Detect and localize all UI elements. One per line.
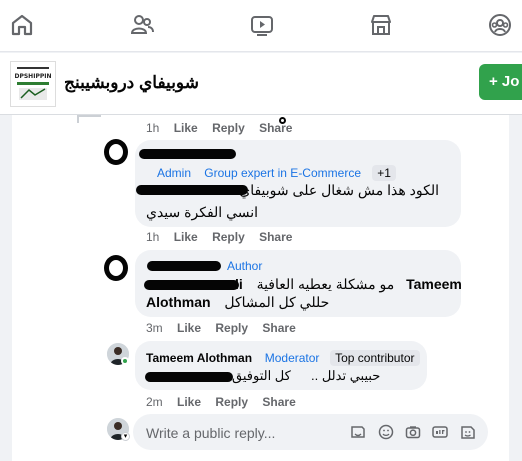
reply-composer[interactable]: Write a public reply... bbox=[133, 414, 488, 450]
cursor-marker-icon bbox=[279, 117, 286, 124]
redacted-name bbox=[147, 261, 221, 271]
expert-badge[interactable]: Group expert in E-Commerce bbox=[204, 166, 361, 180]
comment-bubble: Author li مو مشكلة يعطيه العافية Tameem … bbox=[135, 250, 462, 317]
comment-badges: Admin Group expert in E-Commerce +1 bbox=[157, 165, 396, 181]
mention-fragment: li bbox=[235, 276, 243, 292]
avatar-sticker-icon[interactable] bbox=[460, 424, 476, 440]
share-button[interactable]: Share bbox=[262, 395, 295, 409]
redacted-mention bbox=[136, 185, 248, 195]
reply-button[interactable]: Reply bbox=[215, 395, 248, 409]
home-icon[interactable] bbox=[7, 10, 37, 40]
friends-icon[interactable] bbox=[127, 10, 157, 40]
comment-bubble: Admin Group expert in E-Commerce +1 الكو… bbox=[135, 140, 461, 227]
redacted-name bbox=[139, 149, 236, 159]
share-button[interactable]: Share bbox=[259, 230, 292, 244]
mention-link[interactable]: Tameem bbox=[406, 276, 462, 292]
commenter-name[interactable]: Tameem Alothman bbox=[146, 351, 252, 365]
comment-line: Alothman حللي كل المشاكل bbox=[146, 294, 329, 311]
comment-text: حبيبي تدلل .. bbox=[311, 368, 381, 383]
top-navigation bbox=[0, 0, 522, 52]
reply-button[interactable]: Reply bbox=[212, 121, 245, 135]
reply-button[interactable]: Reply bbox=[215, 321, 248, 335]
video-icon[interactable] bbox=[247, 10, 277, 40]
gif-icon[interactable] bbox=[432, 424, 448, 440]
join-group-button[interactable]: + Jo bbox=[479, 64, 522, 100]
share-button[interactable]: Share bbox=[262, 321, 295, 335]
comment-meta: 3m Like Reply Share bbox=[146, 321, 307, 335]
marketplace-icon[interactable] bbox=[366, 10, 396, 40]
moderator-badge[interactable]: Moderator bbox=[265, 351, 320, 365]
thread-connector bbox=[77, 115, 101, 117]
top-contributor-badge[interactable]: Top contributor bbox=[330, 350, 420, 366]
like-button[interactable]: Like bbox=[177, 321, 201, 335]
group-header: DPSHIPPIN شوبيفاي دروبشيبنج + Jo bbox=[0, 53, 522, 115]
more-badges-chip[interactable]: +1 bbox=[372, 165, 396, 181]
comment-text: مو مشكلة يعطيه العافية bbox=[256, 276, 395, 292]
comment-meta: 2m Like Reply Share bbox=[146, 395, 307, 409]
online-status-icon bbox=[121, 357, 129, 365]
redacted-mention bbox=[145, 372, 233, 382]
timestamp[interactable]: 3m bbox=[146, 321, 163, 335]
timestamp[interactable]: 1h bbox=[146, 121, 159, 135]
reply-input[interactable]: Write a public reply... bbox=[146, 425, 275, 441]
reply-button[interactable]: Reply bbox=[212, 230, 245, 244]
chevron-down-icon[interactable]: ▾ bbox=[121, 432, 130, 441]
like-button[interactable]: Like bbox=[174, 230, 198, 244]
svg-text:DPSHIPPIN: DPSHIPPIN bbox=[14, 73, 51, 80]
group-name[interactable]: شوبيفاي دروبشيبنج bbox=[64, 73, 199, 93]
camera-icon[interactable] bbox=[405, 424, 421, 440]
comment-text: انسي الفكرة سيدي bbox=[146, 204, 259, 220]
redacted-mention bbox=[144, 280, 239, 290]
comment-header: Tameem Alothman Moderator Top contributo… bbox=[146, 350, 420, 366]
group-logo[interactable]: DPSHIPPIN bbox=[10, 61, 56, 107]
comment-bubble: Tameem Alothman Moderator Top contributo… bbox=[135, 341, 427, 390]
emoji-icon[interactable] bbox=[378, 424, 394, 440]
comment-line: li مو مشكلة يعطيه العافية Tameem bbox=[235, 276, 462, 293]
admin-badge[interactable]: Admin bbox=[157, 166, 191, 180]
comment-text: كل التوفيق bbox=[232, 368, 291, 383]
avatar[interactable] bbox=[104, 255, 128, 281]
timestamp[interactable]: 1h bbox=[146, 230, 159, 244]
author-badge-row: Author bbox=[227, 258, 262, 273]
comment-text: الكود هذا مش شغال على شوبيفاي bbox=[239, 182, 439, 198]
share-button[interactable]: Share bbox=[259, 121, 292, 135]
mention-link[interactable]: Alothman bbox=[146, 294, 211, 310]
like-button[interactable]: Like bbox=[177, 395, 201, 409]
avatar[interactable] bbox=[104, 139, 128, 165]
sticker-icon[interactable] bbox=[350, 424, 366, 440]
timestamp[interactable]: 2m bbox=[146, 395, 163, 409]
author-badge[interactable]: Author bbox=[227, 259, 262, 273]
groups-icon[interactable] bbox=[485, 10, 515, 40]
comment-text: حللي كل المشاكل bbox=[224, 294, 330, 310]
comment-meta: 1h Like Reply Share bbox=[146, 230, 303, 244]
like-button[interactable]: Like bbox=[174, 121, 198, 135]
